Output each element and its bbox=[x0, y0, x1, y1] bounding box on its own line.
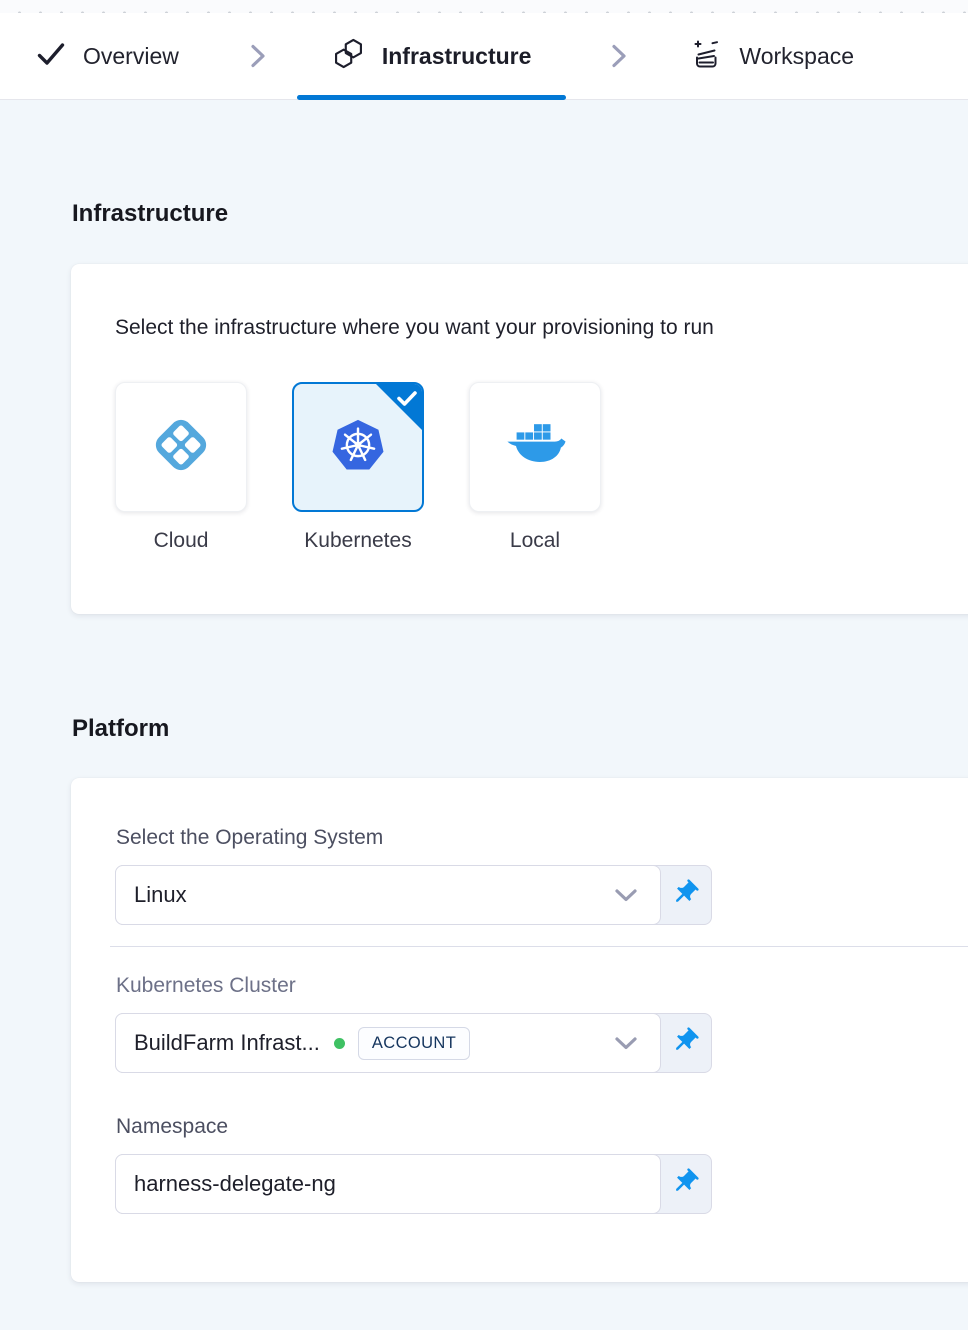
option-cloud-wrap: Cloud bbox=[115, 382, 247, 553]
stack-icon bbox=[690, 38, 722, 75]
option-local-wrap: Local bbox=[469, 382, 601, 553]
cluster-select[interactable]: BuildFarm Infrast... ACCOUNT bbox=[115, 1013, 661, 1073]
docker-icon bbox=[504, 419, 566, 476]
namespace-pin-button[interactable] bbox=[659, 1155, 711, 1213]
infrastructure-section-title: Infrastructure bbox=[72, 200, 968, 227]
tab-overview-label: Overview bbox=[83, 43, 179, 70]
cluster-pin-button[interactable] bbox=[659, 1014, 711, 1072]
option-kubernetes[interactable] bbox=[292, 382, 424, 512]
infrastructure-instruction: Select the infrastructure where you want… bbox=[115, 314, 947, 342]
os-select-value: Linux bbox=[134, 882, 187, 908]
namespace-input-row bbox=[115, 1154, 712, 1214]
option-local[interactable] bbox=[469, 382, 601, 512]
tab-workspace[interactable]: Workspace bbox=[690, 13, 854, 99]
namespace-label: Namespace bbox=[116, 1115, 947, 1139]
tab-workspace-label: Workspace bbox=[739, 43, 854, 70]
divider bbox=[110, 946, 968, 947]
os-select-row: Linux bbox=[115, 865, 712, 925]
os-pin-button[interactable] bbox=[659, 866, 711, 924]
platform-section-title: Platform bbox=[72, 715, 968, 742]
chevron-down-icon bbox=[614, 888, 644, 903]
chevron-down-icon bbox=[614, 1036, 644, 1051]
option-cloud[interactable] bbox=[115, 382, 247, 512]
infrastructure-options: Cloud bbox=[115, 382, 947, 553]
cluster-select-row: BuildFarm Infrast... ACCOUNT bbox=[115, 1013, 712, 1073]
infrastructure-card: Select the infrastructure where you want… bbox=[71, 264, 968, 614]
cluster-select-value: BuildFarm Infrast... bbox=[134, 1030, 320, 1056]
option-kubernetes-label: Kubernetes bbox=[304, 529, 411, 553]
tab-infrastructure-label: Infrastructure bbox=[382, 43, 532, 70]
chevron-right-icon bbox=[610, 42, 628, 70]
dotted-canvas-strip bbox=[0, 0, 968, 13]
os-select[interactable]: Linux bbox=[115, 865, 661, 925]
pin-icon bbox=[670, 1026, 700, 1061]
platform-card: Select the Operating System Linux Kubern… bbox=[71, 778, 968, 1282]
hexagons-icon bbox=[332, 37, 365, 75]
pin-icon bbox=[670, 1167, 700, 1202]
os-label: Select the Operating System bbox=[116, 826, 947, 850]
pin-icon bbox=[670, 878, 700, 913]
scope-badge: ACCOUNT bbox=[358, 1027, 470, 1060]
option-cloud-label: Cloud bbox=[154, 529, 209, 553]
cloud-icon bbox=[148, 412, 214, 483]
tab-infrastructure[interactable]: Infrastructure bbox=[297, 13, 567, 99]
check-icon bbox=[396, 390, 418, 407]
check-icon bbox=[36, 41, 66, 72]
option-local-label: Local bbox=[510, 529, 560, 553]
tab-overview[interactable]: Overview bbox=[36, 13, 179, 99]
namespace-input[interactable] bbox=[115, 1154, 661, 1214]
stepper-tabs: Overview Infrastructure Workspace bbox=[0, 13, 968, 100]
connector-status-dot bbox=[334, 1038, 345, 1049]
chevron-right-icon bbox=[249, 42, 267, 70]
option-kubernetes-wrap: Kubernetes bbox=[292, 382, 424, 553]
kubernetes-icon bbox=[327, 414, 389, 481]
cluster-label: Kubernetes Cluster bbox=[116, 974, 947, 998]
